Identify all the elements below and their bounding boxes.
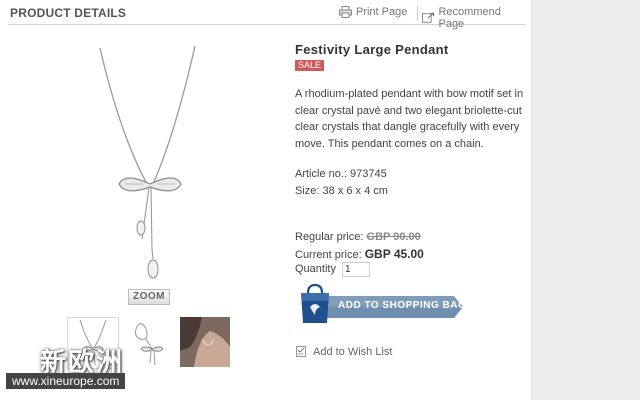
article-number-value: 973745 xyxy=(350,168,387,180)
product-description: A rhodium-plated pendant with bow motif … xyxy=(295,88,524,150)
print-page-label: Print Page xyxy=(356,6,408,18)
product-details-header: PRODUCT DETAILS Print Page Recommend Pag… xyxy=(8,0,526,30)
regular-price-row: Regular price: GBP 90.00 xyxy=(295,231,421,243)
shopping-bag-icon xyxy=(301,283,329,323)
sale-badge: SALE xyxy=(295,60,325,71)
article-number-line: Article no.: 973745 xyxy=(295,168,387,180)
regular-price-label: Regular price: xyxy=(295,231,364,243)
quantity-label: Quantity xyxy=(295,263,336,275)
current-price-label: Current price: xyxy=(295,249,362,261)
size-value: 38 x 6 x 4 cm xyxy=(322,185,388,197)
watermark-url: www.xineurope.com xyxy=(6,373,126,389)
recommend-icon xyxy=(422,12,435,23)
print-page-link[interactable]: Print Page xyxy=(339,6,407,18)
model-thumbnail-image xyxy=(180,317,230,367)
add-to-shopping-bag-button[interactable]: ADD TO SHOPPING BAG xyxy=(298,283,467,325)
size-label: Size: xyxy=(295,185,320,197)
product-title: Festivity Large Pendant xyxy=(295,42,449,57)
quantity-input[interactable] xyxy=(342,262,370,277)
size-line: Size: 38 x 6 x 4 cm xyxy=(295,185,388,197)
page-side-strip xyxy=(531,0,640,400)
add-to-wish-list-label: Add to Wish List xyxy=(313,346,393,358)
zoom-button[interactable]: ZOOM xyxy=(128,289,170,305)
current-price-row: Current price: GBP 45.00 xyxy=(295,247,424,261)
thumbnail-pendant-detail[interactable] xyxy=(124,317,174,367)
current-price-value: GBP 45.00 xyxy=(364,247,424,261)
header-divider xyxy=(417,5,418,21)
pendant-detail-thumbnail-image xyxy=(134,323,164,366)
regular-price-value: GBP 90.00 xyxy=(366,231,421,243)
add-to-shopping-bag-label: ADD TO SHOPPING BAG xyxy=(338,300,467,311)
thumbnail-model[interactable] xyxy=(180,317,230,367)
recommend-page-label: Recommend Page xyxy=(438,6,501,30)
recommend-page-link[interactable]: Recommend Page xyxy=(422,6,526,30)
wish-list-icon xyxy=(296,346,306,357)
add-to-wish-list-link[interactable]: Add to Wish List xyxy=(296,346,392,358)
printer-icon xyxy=(339,6,352,18)
product-main-image xyxy=(99,45,196,279)
article-number-label: Article no.: xyxy=(295,168,347,180)
section-title: PRODUCT DETAILS xyxy=(10,6,127,20)
